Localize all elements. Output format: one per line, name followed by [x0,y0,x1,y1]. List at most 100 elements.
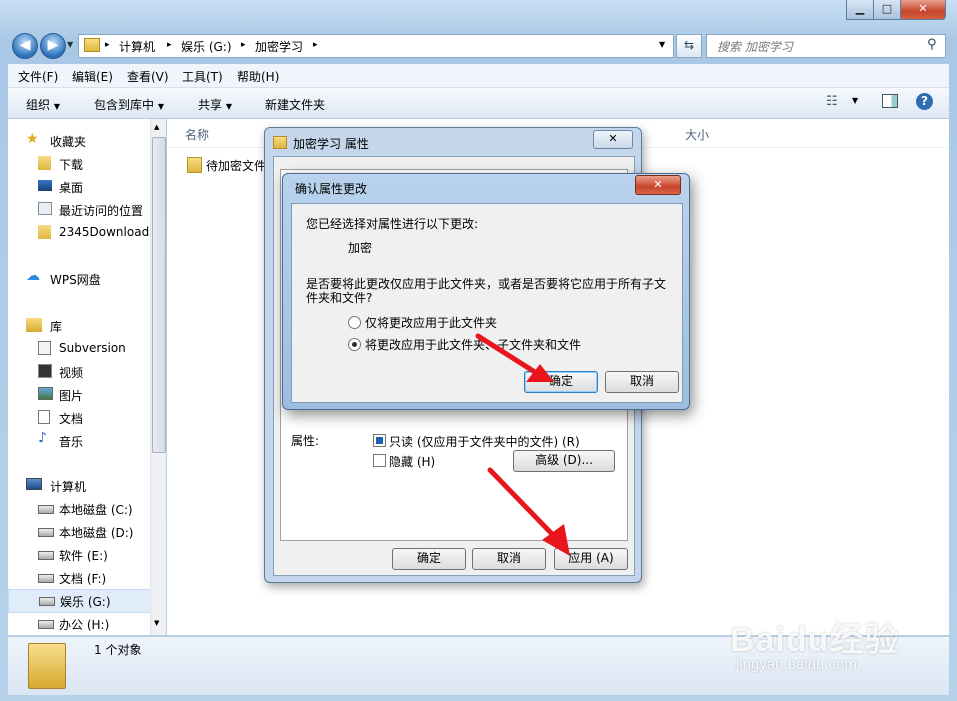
readonly-checkbox[interactable] [373,434,386,447]
menu-tools[interactable]: 工具(T) [182,68,223,85]
address-dropdown-icon[interactable]: ▼ [659,40,665,49]
new-folder-button[interactable]: 新建文件夹 [265,96,325,113]
menu-bar: 文件(F) 编辑(E) 查看(V) 工具(T) 帮助(H) [8,64,949,88]
large-folder-icon [28,643,66,689]
breadcrumb-separator-icon: ▸ [105,40,110,50]
recent-places-icon [38,202,52,215]
nav-favorites[interactable]: ★ 收藏夹 [26,131,168,153]
breadcrumb-computer[interactable]: 计算机 [119,38,155,55]
search-icon[interactable]: ⚲ [927,37,937,52]
subversion-icon [38,341,51,355]
search-box[interactable]: 搜索 加密学习 ⚲ [706,34,946,58]
chevron-down-icon: ▼ [157,102,164,111]
item-count: 1 个对象 [94,643,142,657]
radio-all-subfolders[interactable] [348,338,361,351]
scroll-thumb[interactable] [152,137,166,453]
video-icon [38,364,52,378]
organize-button[interactable]: 组织 ▼ [26,96,60,113]
nav-scrollbar[interactable]: ▲ ▼ [150,119,166,635]
drive-icon [38,505,54,514]
forward-button[interactable]: ▶ [40,33,66,59]
confirm-question-line2: 件夹和文件? [306,291,373,305]
red-arrow-ok-annotation [475,333,554,382]
properties-close-button[interactable]: ✕ [593,130,633,149]
help-icon[interactable]: ? [916,93,933,110]
nav-label: 音乐 [59,435,84,449]
close-icon: ✕ [608,132,618,145]
nav-label: 办公 (H:) [59,618,110,632]
nav-label: 计算机 [50,480,87,494]
folder-icon [273,136,287,149]
organize-label: 组织 [26,98,51,112]
hidden-label: 隐藏 (H) [389,455,436,469]
file-name: 待加密文件 [206,159,267,173]
nav-label: 本地磁盘 (C:) [59,503,133,517]
drive-icon [38,620,54,629]
nav-label: 图片 [59,389,84,403]
properties-ok-button[interactable]: 确定 [392,548,466,570]
red-arrow-apply-annotation [487,467,570,556]
confirm-close-button[interactable]: ✕ [635,175,681,195]
minimize-button[interactable]: ▁ [846,0,874,20]
watermark-url: jingyan.baidu.com [736,656,857,673]
nav-computer[interactable]: 计算机 [26,476,168,498]
column-header-size[interactable]: 大小 [685,126,709,143]
share-button[interactable]: 共享 ▼ [198,96,232,113]
maximize-icon: □ [881,2,893,15]
desktop-icon [38,180,52,191]
folder-icon [84,38,100,52]
back-button[interactable]: ◀ [12,33,38,59]
share-label: 共享 [198,98,223,112]
attributes-label: 属性: [291,434,320,448]
forward-arrow-icon: ▶ [47,37,59,53]
nav-label: 2345Downloads [59,225,156,239]
nav-label: 软件 (E:) [59,549,108,563]
view-chevron-icon[interactable]: ▼ [852,96,858,105]
pictures-icon [38,387,53,400]
nav-drive-g-selected[interactable]: 娱乐 (G:) [8,589,152,613]
close-icon: ✕ [653,178,663,191]
column-header-name[interactable]: 名称 [185,126,209,143]
hidden-checkbox[interactable] [373,454,386,467]
include-library-button[interactable]: 包含到库中 ▼ [94,96,164,113]
readonly-label: 只读 (仅应用于文件夹中的文件) (R) [389,435,580,449]
library-icon [26,318,42,332]
drive-icon [38,528,54,537]
refresh-button[interactable]: ⇆ [676,34,702,58]
scroll-down-icon[interactable]: ▼ [154,619,159,627]
history-dropdown-icon[interactable]: ▼ [67,40,73,49]
nav-label: 最近访问的位置 [59,204,144,218]
maximize-button[interactable]: □ [873,0,901,20]
document-icon [38,410,50,424]
baidu-watermark: Baidu经验 jingyan.baidu.com [726,612,926,682]
menu-file[interactable]: 文件(F) [18,68,58,85]
music-note-icon: ♪ [38,431,47,446]
folder-icon [38,225,51,239]
menu-view[interactable]: 查看(V) [127,68,169,85]
preview-pane-icon[interactable] [882,94,898,108]
downloads-folder-icon [38,156,51,170]
nav-label: 文档 [59,412,84,426]
nav-libraries[interactable]: 库 [26,316,168,338]
confirm-cancel-button[interactable]: 取消 [605,371,679,393]
search-input[interactable]: 搜索 加密学习 [717,38,793,55]
nav-label: 库 [50,320,63,334]
include-library-label: 包含到库中 [94,98,155,112]
refresh-icon: ⇆ [683,38,695,52]
radio-this-folder[interactable] [348,316,361,329]
drive-icon [38,574,54,583]
scroll-up-icon[interactable]: ▲ [154,123,159,131]
breadcrumb-drive[interactable]: 娱乐 (G:) [181,38,232,55]
close-button[interactable]: ✕ [900,0,946,20]
nav-label: 本地磁盘 (D:) [59,526,134,540]
breadcrumb-folder[interactable]: 加密学习 [255,38,303,55]
menu-help[interactable]: 帮助(H) [237,68,279,85]
navigation-pane: ★ 收藏夹 下载 桌面 最近访问的位置 2345Downloads ☁ WPS网盘 … [8,119,166,635]
nav-wps-cloud[interactable]: ☁ WPS网盘 [26,269,168,291]
view-options-icon[interactable]: ☷ [826,94,838,109]
breadcrumb-separator-icon: ▸ [241,40,246,50]
address-bar[interactable]: ▸ 计算机 ▸ 娱乐 (G:) ▸ 加密学习 ▸ ▼ [78,34,674,58]
menu-edit[interactable]: 编辑(E) [72,68,113,85]
nav-label: 娱乐 (G:) [60,595,111,609]
breadcrumb-separator-icon: ▸ [167,40,172,50]
